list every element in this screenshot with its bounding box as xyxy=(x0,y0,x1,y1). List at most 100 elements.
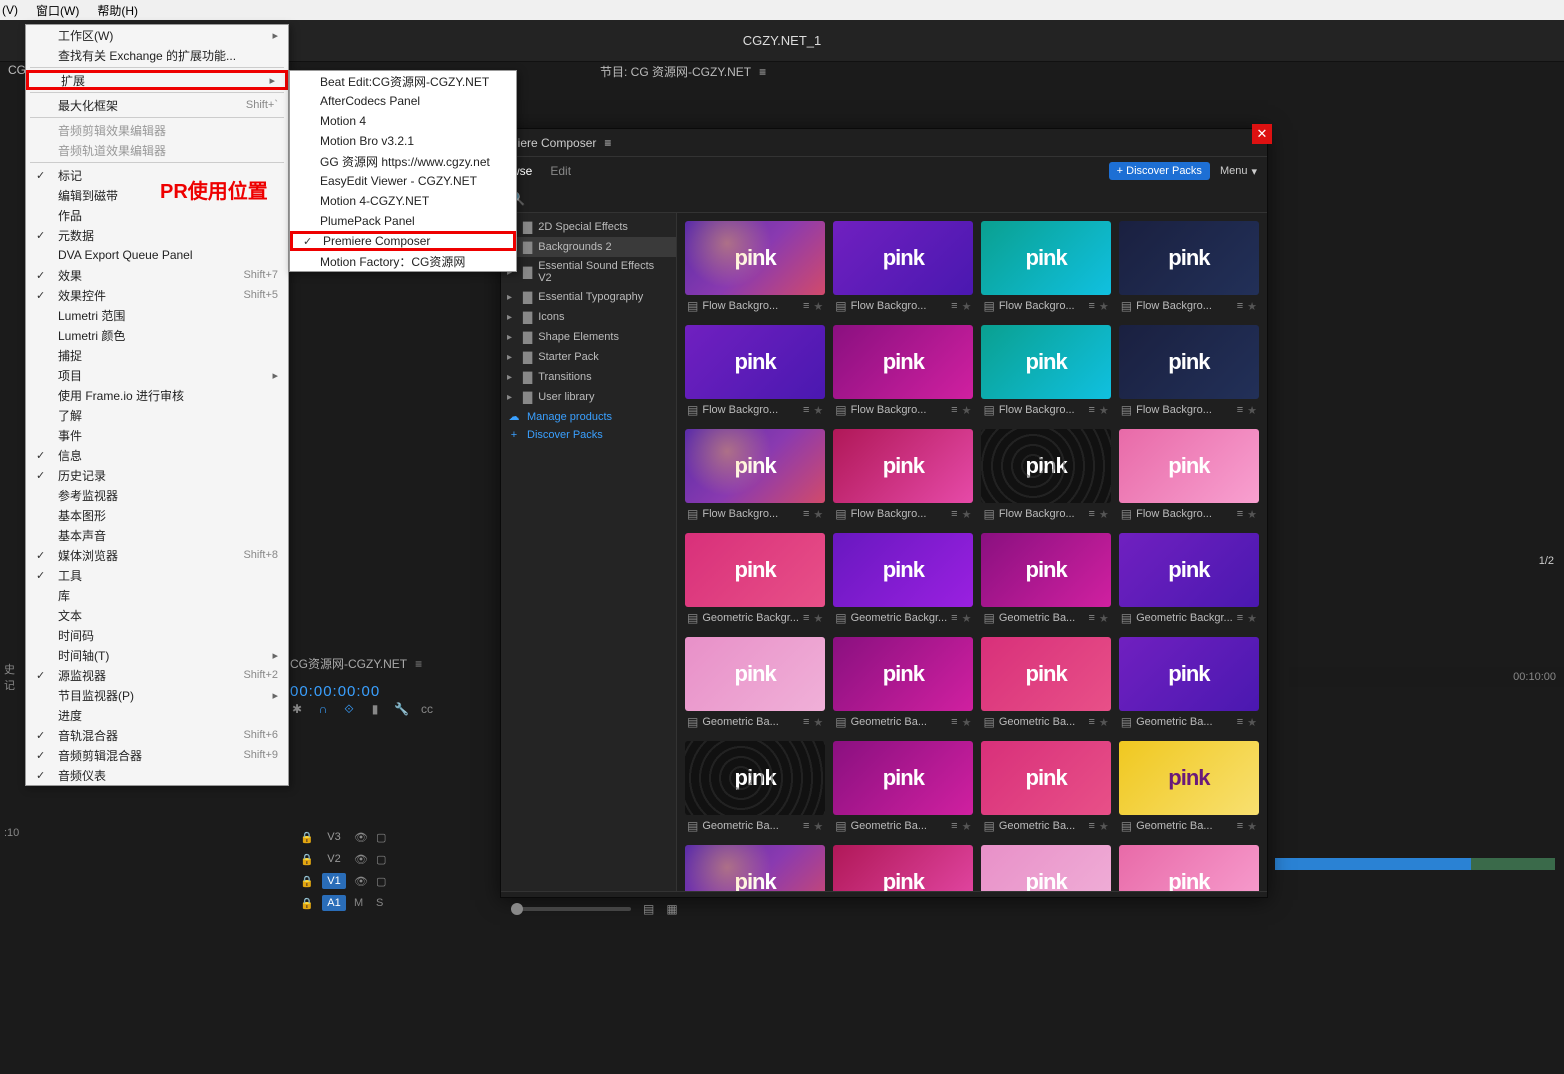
preset-card[interactable]: pink▤Flow Backgro...≡★ xyxy=(1119,325,1259,421)
menu-extensions[interactable]: 扩展 xyxy=(26,70,288,90)
star-icon[interactable]: ★ xyxy=(813,716,823,729)
discover-packs-button[interactable]: + Discover Packs xyxy=(1109,162,1210,180)
preset-card[interactable]: pink▤Flow Backgro...≡★ xyxy=(685,429,825,525)
card-menu-icon[interactable]: ≡ xyxy=(1088,820,1094,832)
card-menu-icon[interactable]: ≡ xyxy=(1088,612,1094,624)
menu-audio-track-mixer[interactable]: 音轨混合器Shift+6 xyxy=(26,725,288,745)
card-menu-icon[interactable]: ≡ xyxy=(803,820,809,832)
preset-card[interactable]: pink▤Geometric Backgr...≡★ xyxy=(685,533,825,629)
card-menu-icon[interactable]: ≡ xyxy=(951,404,957,416)
menu-timecode[interactable]: 时间码 xyxy=(26,625,288,645)
menu-effect-controls[interactable]: 效果控件Shift+5 xyxy=(26,285,288,305)
menu-media-browser[interactable]: 媒体浏览器Shift+8 xyxy=(26,545,288,565)
workspace-tab[interactable]: CGZY.NET_1 xyxy=(743,33,822,48)
preset-card[interactable]: pink▤Flow Backgro...≡★ xyxy=(685,221,825,317)
preset-card[interactable]: pink▤Geometric Backgr...≡★ xyxy=(1119,533,1259,629)
star-icon[interactable]: ★ xyxy=(962,508,972,521)
star-icon[interactable]: ★ xyxy=(962,300,972,313)
preset-card[interactable]: pink▤Geometric Ba...≡★ xyxy=(1119,637,1259,733)
menu-effects[interactable]: 效果Shift+7 xyxy=(26,265,288,285)
card-menu-icon[interactable]: ≡ xyxy=(951,508,957,520)
track-v1[interactable]: 🔒V1👁▢ xyxy=(300,870,390,892)
preset-card[interactable]: pink▤Flow Backgro...≡★ xyxy=(981,221,1110,317)
zoom-slider[interactable] xyxy=(511,907,631,911)
card-menu-icon[interactable]: ≡ xyxy=(803,612,809,624)
timecode-display[interactable]: 00:00:00:00 xyxy=(290,683,380,700)
card-menu-icon[interactable]: ≡ xyxy=(951,612,957,624)
star-icon[interactable]: ★ xyxy=(813,508,823,521)
star-icon[interactable]: ★ xyxy=(1099,508,1109,521)
link-icon[interactable]: ⟐ xyxy=(342,702,356,717)
menu-ref-monitor[interactable]: 参考监视器 xyxy=(26,485,288,505)
star-icon[interactable]: ★ xyxy=(1247,300,1257,313)
manage-products-link[interactable]: ☁Manage products xyxy=(501,407,676,426)
sidebar-item[interactable]: ▸▇User library xyxy=(501,387,676,407)
sidebar-item[interactable]: ▸▇Starter Pack xyxy=(501,347,676,367)
panel-menu-icon[interactable]: ≡ xyxy=(415,657,422,671)
sidebar-item[interactable]: ▸▇2D Special Effects xyxy=(501,217,676,237)
menu-lumetri-scope[interactable]: Lumetri 范围 xyxy=(26,305,288,325)
ext-gg[interactable]: GG 资源网 https://www.cgzy.net xyxy=(290,151,516,171)
card-menu-icon[interactable]: ≡ xyxy=(1088,404,1094,416)
track-v3[interactable]: 🔒V3👁▢ xyxy=(300,826,390,848)
menu-tools[interactable]: 工具 xyxy=(26,565,288,585)
preset-card[interactable]: pink▤Geometric Ba...≡★ xyxy=(685,741,825,837)
composer-titlebar[interactable]: niere Composer ≡ xyxy=(501,129,1267,157)
card-menu-icon[interactable]: ≡ xyxy=(1088,300,1094,312)
star-icon[interactable]: ★ xyxy=(1099,300,1109,313)
preset-card[interactable]: pink▤Geometric Ba...≡★ xyxy=(981,741,1110,837)
card-menu-icon[interactable]: ≡ xyxy=(951,300,957,312)
menu-lumetri-color[interactable]: Lumetri 颜色 xyxy=(26,325,288,345)
preset-card[interactable]: pink▤Flow Backgro...≡★ xyxy=(1119,429,1259,525)
ext-motion4-cgzy[interactable]: Motion 4-CGZY.NET xyxy=(290,191,516,211)
card-menu-icon[interactable]: ≡ xyxy=(1237,300,1243,312)
star-icon[interactable]: ★ xyxy=(1099,612,1109,625)
menu-view[interactable]: (V) xyxy=(2,3,18,17)
menu-dva-export[interactable]: DVA Export Queue Panel xyxy=(26,245,288,265)
list-view-icon[interactable]: ▤ xyxy=(643,902,654,916)
card-menu-icon[interactable]: ≡ xyxy=(803,716,809,728)
panel-menu-icon[interactable]: ≡ xyxy=(604,136,611,150)
sidebar-item[interactable]: ▸▇Transitions xyxy=(501,367,676,387)
star-icon[interactable]: ★ xyxy=(962,404,972,417)
menu-help[interactable]: 帮助(H) xyxy=(97,2,138,19)
preset-card[interactable]: pink▤Geometric Ba...≡★ xyxy=(833,741,973,837)
tab-edit[interactable]: Edit xyxy=(550,164,571,178)
ext-motion-factory[interactable]: Motion Factory：CG资源网 xyxy=(290,251,516,271)
menu-works[interactable]: 作品 xyxy=(26,205,288,225)
close-button[interactable]: ✕ xyxy=(1252,124,1272,144)
menu-timeline[interactable]: 时间轴(T) xyxy=(26,645,288,665)
star-icon[interactable]: ★ xyxy=(1247,716,1257,729)
menu-history[interactable]: 历史记录 xyxy=(26,465,288,485)
star-icon[interactable]: ★ xyxy=(1247,612,1257,625)
menu-workspace[interactable]: 工作区(W) xyxy=(26,25,288,45)
preset-card[interactable]: pink▤Flow Backgro...≡★ xyxy=(981,429,1110,525)
marker-icon[interactable]: ▮ xyxy=(368,702,382,717)
menu-frameio[interactable]: 使用 Frame.io 进行审核 xyxy=(26,385,288,405)
star-icon[interactable]: ★ xyxy=(962,612,972,625)
star-icon[interactable]: ★ xyxy=(813,300,823,313)
composer-search[interactable]: 🔍 xyxy=(501,185,1267,213)
menu-info[interactable]: 信息 xyxy=(26,445,288,465)
preset-card[interactable]: pink▤Flow Backgro...≡★ xyxy=(833,325,973,421)
card-menu-icon[interactable]: ≡ xyxy=(1237,508,1243,520)
wrench-icon[interactable]: 🔧 xyxy=(394,702,408,717)
menu-essential-graphics[interactable]: 基本图形 xyxy=(26,505,288,525)
preset-card[interactable]: pink▤Geometric Ba...≡★ xyxy=(1119,741,1259,837)
menu-exchange[interactable]: 查找有关 Exchange 的扩展功能... xyxy=(26,45,288,65)
star-icon[interactable]: ★ xyxy=(813,404,823,417)
ext-beat-edit[interactable]: Beat Edit:CG资源网-CGZY.NET xyxy=(290,71,516,91)
menu-project[interactable]: 项目 xyxy=(26,365,288,385)
preset-card[interactable]: pink▤Geometric Ba...≡★ xyxy=(981,533,1110,629)
menu-metadata[interactable]: 元数据 xyxy=(26,225,288,245)
star-icon[interactable]: ★ xyxy=(1099,716,1109,729)
app-menubar[interactable]: (V) 窗口(W) 帮助(H) xyxy=(0,0,1564,20)
resolution-display[interactable]: 1/2 xyxy=(1289,555,1564,567)
menu-audio-meters[interactable]: 音频仪表 xyxy=(26,765,288,785)
preset-card[interactable]: pink▤≡★ xyxy=(685,845,825,891)
grid-view-icon[interactable]: ▦ xyxy=(666,902,677,916)
sidebar-item[interactable]: ▸▇Icons xyxy=(501,307,676,327)
preset-card[interactable]: pink▤Geometric Backgr...≡★ xyxy=(833,533,973,629)
preset-card[interactable]: pink▤Flow Backgro...≡★ xyxy=(981,325,1110,421)
card-menu-icon[interactable]: ≡ xyxy=(1088,508,1094,520)
